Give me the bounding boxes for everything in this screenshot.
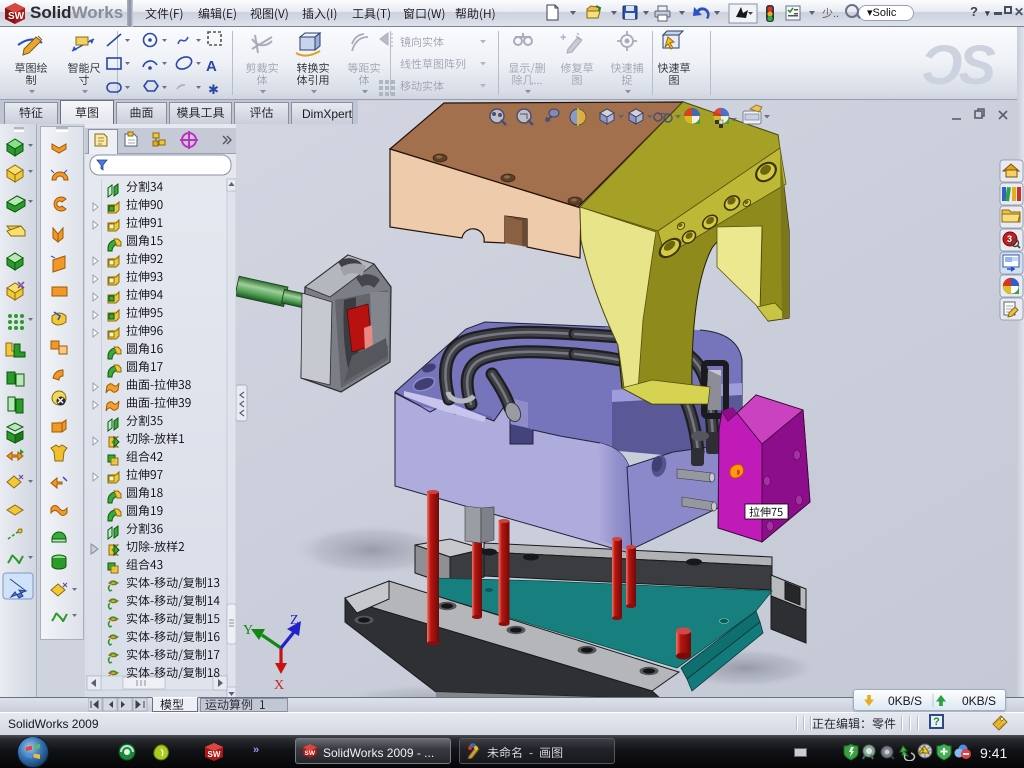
- svg-text:SW: SW: [305, 750, 316, 757]
- svg-text:Z: Z: [290, 613, 299, 628]
- svg-text:!: !: [922, 749, 924, 755]
- svg-text:SW: SW: [8, 11, 25, 22]
- svg-text:Y: Y: [243, 623, 253, 638]
- svg-text:少..: 少..: [822, 7, 839, 20]
- svg-text:SW: SW: [208, 750, 221, 759]
- svg-text:✱: ✱: [208, 82, 219, 97]
- svg-text:X: X: [274, 678, 284, 693]
- svg-text:A: A: [206, 58, 217, 75]
- svg-text:»: »: [253, 744, 259, 756]
- svg-text:+: +: [560, 32, 566, 44]
